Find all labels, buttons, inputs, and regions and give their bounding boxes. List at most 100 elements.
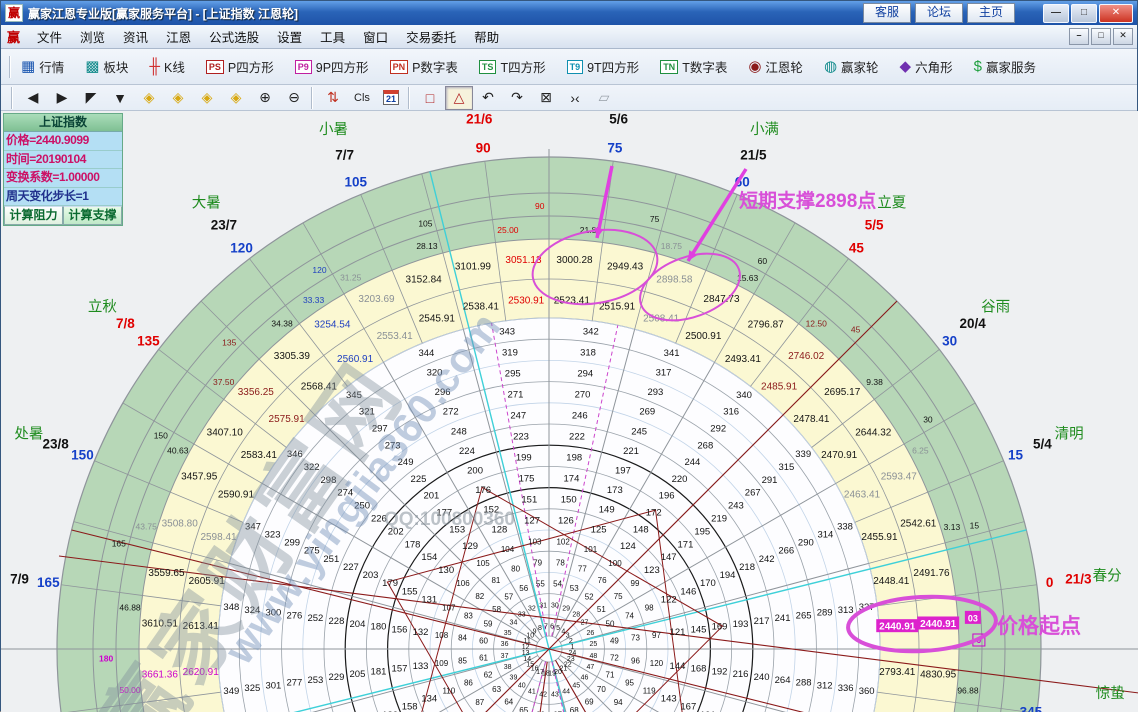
spiral-number: 296 — [435, 387, 451, 398]
menu-交易委托[interactable]: 交易委托 — [397, 25, 465, 48]
mdi-control-2[interactable]: ✕ — [1113, 28, 1133, 45]
drawtool-pointer-up[interactable]: ◤ — [77, 86, 105, 110]
drawtool-cls[interactable]: Cls — [348, 86, 376, 110]
spiral-number: 225 — [411, 474, 427, 485]
drawtool-prev[interactable]: ◀ — [19, 86, 47, 110]
drawtool-diamond-up[interactable]: ◈ — [193, 86, 221, 110]
spiral-number: 319 — [502, 347, 518, 358]
drawtool-diamond-down[interactable]: ◈ — [222, 86, 250, 110]
spiral-number: 71 — [606, 670, 615, 679]
drawtool-square-tool[interactable]: □ — [416, 86, 444, 110]
spiral-number: 54 — [553, 580, 562, 589]
titlebar-button-1[interactable]: 论坛 — [915, 3, 963, 23]
mdi-control-1[interactable]: □ — [1091, 28, 1111, 45]
spiral-number: 36 — [501, 641, 509, 648]
price-value: 2491.76 — [913, 568, 950, 579]
drawtool-next[interactable]: ▶ — [48, 86, 76, 110]
menu-文件[interactable]: 文件 — [28, 25, 71, 48]
spiral-number: 297 — [372, 423, 388, 434]
menu-工具[interactable]: 工具 — [311, 25, 354, 48]
drawtool-zoom-in[interactable]: ⊕ — [251, 86, 279, 110]
spiral-number: 103 — [528, 538, 542, 547]
spiral-number: 316 — [723, 407, 739, 418]
toolbar-p-square[interactable]: PSP四方形 — [202, 54, 278, 79]
percent-value: 28.13 — [416, 241, 438, 251]
menu-资讯[interactable]: 资讯 — [114, 25, 157, 48]
drawtool-pointer-down[interactable]: ▼ — [106, 86, 134, 110]
toolbar-quote[interactable]: ▦行情 — [17, 54, 68, 79]
spiral-number: 223 — [513, 431, 529, 442]
toolbar-kline[interactable]: ╫K线 — [145, 54, 188, 79]
spiral-number: 73 — [631, 634, 640, 643]
close-button[interactable]: ✕ — [1099, 4, 1133, 23]
spiral-number: 174 — [564, 473, 580, 484]
annotation-start-note: 价格起点 — [997, 614, 1081, 638]
mdi-control-0[interactable]: – — [1069, 28, 1089, 45]
gann-wheel[interactable]: 1234567891011121314151617181920212223242… — [1, 111, 1138, 712]
spiral-number: 106 — [456, 579, 470, 588]
quote-label: 行情 — [39, 57, 64, 76]
spiral-number: 84 — [458, 634, 467, 643]
9t-square-label: 9T四方形 — [587, 57, 639, 76]
parameter-panel: 上证指数 价格=2440.9099时间=20190104变换系数=1.00000… — [3, 113, 123, 226]
toolbar-p-table[interactable]: PNP数字表 — [386, 54, 462, 79]
toolbar-9t-square[interactable]: T99T四方形 — [563, 54, 644, 79]
spiral-number: 43 — [551, 691, 559, 698]
panel-button-support[interactable]: 计算支撑 — [63, 206, 122, 225]
spiral-number: 312 — [817, 680, 833, 691]
toolbar-sectors[interactable]: ▩板块 — [81, 54, 132, 79]
spiral-number: 46 — [581, 674, 589, 681]
t-square-icon: TS — [479, 60, 497, 74]
panel-button-resistance[interactable]: 计算阻力 — [4, 206, 63, 225]
drawtool-diamond-left[interactable]: ◈ — [135, 86, 163, 110]
date-label: 21/3 — [1065, 571, 1092, 586]
t-table-label: T数字表 — [682, 57, 727, 76]
drawtool-calendar[interactable]: 21 — [377, 86, 405, 110]
price-value: 2898.58 — [656, 275, 693, 286]
drawtool-poly-disabled[interactable]: ▱ — [590, 86, 618, 110]
angle-value: 165 — [112, 538, 126, 548]
toolbar-t-table[interactable]: TNT数字表 — [656, 54, 731, 79]
spiral-number: 277 — [286, 678, 302, 689]
drawtool-rotate-ccw[interactable]: ↶ — [474, 86, 502, 110]
price-value: 2593.47 — [881, 472, 918, 483]
toolbar-9p-square[interactable]: P99P四方形 — [291, 54, 373, 79]
degree-label: 15 — [1008, 448, 1024, 463]
toolbar-winner-wheel[interactable]: ◍赢家轮 — [820, 54, 883, 79]
drawtool-triangle-tool[interactable]: △ — [445, 86, 473, 110]
solar-term-label: 春分 — [1093, 568, 1122, 585]
solar-term-label: 清明 — [1055, 426, 1084, 443]
drawtool-diamond-right[interactable]: ◈ — [164, 86, 192, 110]
spiral-number: 272 — [443, 407, 459, 418]
drawing-toolbar: ◀▶◤▼◈◈◈◈⊕⊖⇅Cls21□△↶↷⊠›‹▱ — [1, 85, 1137, 111]
price-value: 2530.91 — [508, 296, 545, 307]
degree-label: 165 — [37, 575, 60, 590]
minimize-button[interactable]: — — [1043, 4, 1069, 23]
drawtool-updown-arrows[interactable]: ⇅ — [319, 86, 347, 110]
service-icon: $ — [974, 59, 982, 75]
degree-label: 75 — [607, 140, 623, 155]
spiral-number: 55 — [536, 580, 545, 589]
spiral-number: 218 — [739, 562, 755, 573]
toolbar-hexagon[interactable]: ◆六角形 — [896, 54, 957, 79]
titlebar-button-2[interactable]: 主页 — [967, 3, 1015, 23]
menu-公式选股[interactable]: 公式选股 — [200, 25, 268, 48]
drawtool-shrink[interactable]: ›‹ — [561, 86, 589, 110]
menu-江恩[interactable]: 江恩 — [157, 25, 200, 48]
drawtool-box-x[interactable]: ⊠ — [532, 86, 560, 110]
drawtool-zoom-out[interactable]: ⊖ — [280, 86, 308, 110]
menu-帮助[interactable]: 帮助 — [465, 25, 508, 48]
maximize-button[interactable]: □ — [1071, 4, 1097, 23]
toolbar-service[interactable]: $赢家服务 — [970, 54, 1040, 79]
spiral-number: 349 — [223, 686, 239, 697]
spiral-number: 341 — [664, 348, 680, 359]
toolbar-t-square[interactable]: TST四方形 — [475, 54, 550, 79]
titlebar-button-0[interactable]: 客服 — [863, 3, 911, 23]
spiral-number: 94 — [614, 698, 623, 707]
drawtool-rotate-cw[interactable]: ↷ — [503, 86, 531, 110]
toolbar-gann-wheel[interactable]: ◉江恩轮 — [744, 54, 807, 79]
menu-窗口[interactable]: 窗口 — [354, 25, 397, 48]
price-value: 3661.36 — [142, 670, 179, 681]
menu-设置[interactable]: 设置 — [268, 25, 311, 48]
menu-浏览[interactable]: 浏览 — [71, 25, 114, 48]
